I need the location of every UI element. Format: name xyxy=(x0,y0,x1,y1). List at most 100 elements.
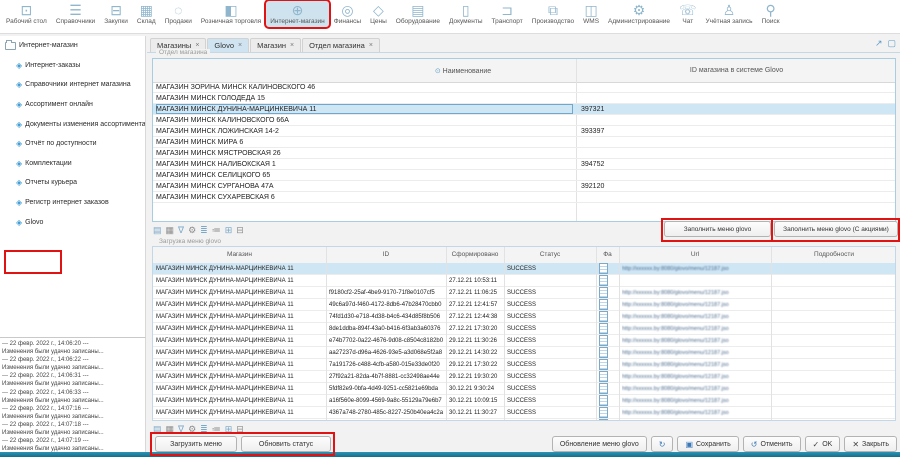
menu-status-cell[interactable]: SUCCESS xyxy=(507,311,594,322)
menu-column-header[interactable]: Статус xyxy=(504,251,596,258)
menu-column-header[interactable]: Фа xyxy=(596,251,619,258)
sidebar-item-отчеты-курьера[interactable]: ◈Отчеты курьера xyxy=(0,173,145,193)
menu-url-link[interactable]: http://xxxxxx.by:8080/glovo/menu/12187.j… xyxy=(622,410,729,416)
shop-glovo-id-cell[interactable] xyxy=(581,137,891,147)
menu-url-cell[interactable]: http://xxxxxx.by:8080/glovo/menu/12187.j… xyxy=(622,263,770,274)
filter-icon[interactable]: ∇ xyxy=(178,225,184,235)
menu-url-cell[interactable] xyxy=(622,275,770,286)
menu-id-cell[interactable]: 8de1ddba-894f-43a0-b416-6f3ab3a60376 xyxy=(329,323,444,334)
shop-name-cell[interactable]: МАГАЗИН МИНСК МЯСТРОВСКАЯ 26 xyxy=(156,148,573,158)
menu-status-cell[interactable]: SUCCESS xyxy=(507,335,594,346)
menu-file-cell[interactable] xyxy=(599,299,617,310)
menu-file-cell[interactable] xyxy=(599,371,617,382)
menu-table-row[interactable]: МАГАЗИН МИНСК ДУНИНА-МАРЦИНКЕВИЧА 1174fd… xyxy=(153,311,895,323)
table-row[interactable]: МАГАЗИН МИНСК ГОЛОДЕДА 15 xyxy=(153,93,895,104)
menu-id-cell[interactable]: e74b7702-0a22-4676-9d08-c8504c8182b0 xyxy=(329,335,444,346)
refresh-button[interactable]: ↻ xyxy=(651,436,674,452)
toolbar-item-retail[interactable]: ◧Розничная торговля xyxy=(197,1,265,27)
table-row[interactable]: МАГАЗИН МИНСК НАЛИБОКСКАЯ 1394752 xyxy=(153,159,895,170)
menu-id-cell[interactable]: 27f92a21-82da-4b7f-8881-cc32498ae44e xyxy=(329,371,444,382)
menu-url-link[interactable]: http://xxxxxx.by:8080/glovo/menu/12187.j… xyxy=(622,374,729,380)
menu-id-cell[interactable] xyxy=(329,275,444,286)
menu-url-link[interactable]: http://xxxxxx.by:8080/glovo/menu/12187.j… xyxy=(622,314,729,320)
menu-id-cell[interactable]: 4367a748-2780-485c-8227-250b40ea4c2a xyxy=(329,407,444,418)
sidebar-item-ассортимент-онлайн[interactable]: ◈Ассортимент онлайн xyxy=(0,95,145,115)
ok-button[interactable]: ✓OK xyxy=(805,436,841,452)
menu-url-cell[interactable]: http://xxxxxx.by:8080/glovo/menu/12187.j… xyxy=(622,359,770,370)
menu-shop-cell[interactable]: МАГАЗИН МИНСК ДУНИНА-МАРЦИНКЕВИЧА 11 xyxy=(156,383,324,394)
toolbar-item-account[interactable]: ♙Учётная запись xyxy=(702,1,757,27)
file-icon[interactable] xyxy=(599,275,608,286)
shop-name-cell[interactable]: МАГАЗИН МИНСК СУРГАНОВА 47А xyxy=(156,181,573,191)
menu-details-cell[interactable] xyxy=(774,359,894,370)
menu-shop-cell[interactable]: МАГАЗИН МИНСК ДУНИНА-МАРЦИНКЕВИЧА 11 xyxy=(156,395,324,406)
menu-details-cell[interactable] xyxy=(774,371,894,382)
menu-url-cell[interactable]: http://xxxxxx.by:8080/glovo/menu/12187.j… xyxy=(622,323,770,334)
toolbar-item-finance[interactable]: ◎Финансы xyxy=(330,1,365,27)
menu-table-row[interactable]: МАГАЗИН МИНСК ДУНИНА-МАРЦИНКЕВИЧА 117a19… xyxy=(153,359,895,371)
toolbar-item-transport[interactable]: ⊐Транспорт xyxy=(488,1,527,27)
menu-url-link[interactable]: http://xxxxxx.by:8080/glovo/menu/12187.j… xyxy=(622,398,729,404)
tab-glovo[interactable]: Glovo× xyxy=(207,38,249,52)
menu-url-cell[interactable]: http://xxxxxx.by:8080/glovo/menu/12187.j… xyxy=(622,371,770,382)
list2-icon[interactable]: ≔ xyxy=(212,225,221,235)
menu-url-cell[interactable]: http://xxxxxx.by:8080/glovo/menu/12187.j… xyxy=(622,335,770,346)
fill-menu-button-promo[interactable]: Заполнить меню glovo (С акциями) xyxy=(774,221,898,237)
undock-icon[interactable]: ↗ xyxy=(875,38,883,49)
toolbar-item-sales[interactable]: ◌Продажи xyxy=(161,1,196,27)
menu-file-cell[interactable] xyxy=(599,395,617,406)
shop-name-cell[interactable]: МАГАЗИН ЗОРИНА МИНСК КАЛИНОВСКОГО 46 xyxy=(156,82,573,92)
menu-formed-cell[interactable]: 29.12.21 11:30:26 xyxy=(449,335,503,346)
shop-name-cell[interactable]: МАГАЗИН МИНСК ДУНИНА-МАРЦИНКЕВИЧА 11 xyxy=(156,104,573,114)
exp2-icon[interactable]: ⊟ xyxy=(236,424,244,434)
menu-table-row[interactable]: МАГАЗИН МИНСК ДУНИНА-МАРЦИНКЕВИЧА 11 a16f… xyxy=(153,395,895,407)
menu-url-link[interactable]: http://xxxxxx.by:8080/glovo/menu/12187.j… xyxy=(622,266,729,272)
menu-id-cell[interactable]: a16f560e-8099-4569-9a8c-55129a79e6b7 xyxy=(329,395,444,406)
menu-details-cell[interactable] xyxy=(774,287,894,298)
file-icon[interactable] xyxy=(599,383,608,394)
menu-shop-cell[interactable]: МАГАЗИН МИНСК ДУНИНА-МАРЦИНКЕВИЧА 11 xyxy=(156,287,324,298)
sidebar-item-отчёт-по-доступности[interactable]: ◈Отчёт по доступности xyxy=(0,134,145,154)
sidebar-item-справочники-интернет-магазина[interactable]: ◈Справочники интернет магазина xyxy=(0,75,145,95)
grid1-icon[interactable]: ▤ xyxy=(153,424,162,434)
sidebar-item-интернет-заказы[interactable]: ◈Интернет-заказы xyxy=(0,56,145,76)
exp1-icon[interactable]: ⊞ xyxy=(225,424,233,434)
menu-status-cell[interactable]: SUCCESS xyxy=(507,263,594,274)
sidebar-item-комплектации[interactable]: ◈Комплектации xyxy=(0,154,145,174)
shop-glovo-id-cell[interactable]: 392120 xyxy=(581,181,891,191)
menu-details-cell[interactable] xyxy=(774,395,894,406)
shop-glovo-id-cell[interactable]: 394752 xyxy=(581,159,891,169)
shop-name-cell[interactable]: МАГАЗИН МИНСК СЕЛИЦКОГО 65 xyxy=(156,170,573,180)
file-icon[interactable] xyxy=(599,419,608,421)
menu-table-row[interactable]: МАГАЗИН МИНСК ДУНИНА-МАРЦИНКЕВИЧА 118de1… xyxy=(153,323,895,335)
menu-table-row[interactable]: МАГАЗИН МИНСК ДУНИНА-МАРЦИНКЕВИЧА 1127f9… xyxy=(153,371,895,383)
menu-url-cell[interactable]: http://xxxxxx.by:8080/glovo/menu/12187.j… xyxy=(622,383,770,394)
menu-status-cell[interactable]: SUCCESS xyxy=(507,395,594,406)
menu-status-cell[interactable]: SUCCESS xyxy=(507,383,594,394)
menu-file-cell[interactable] xyxy=(599,335,617,346)
toolbar-item-internet[interactable]: ⊕Интернет-магазин xyxy=(266,1,329,27)
shop-glovo-id-cell[interactable] xyxy=(581,170,891,180)
menu-column-header[interactable]: ID xyxy=(326,251,446,258)
menu-shop-cell[interactable]: МАГАЗИН МИНСК ДУНИНА-МАРЦИНКЕВИЧА 11 xyxy=(156,335,324,346)
menu-details-cell[interactable] xyxy=(774,419,894,421)
shop-glovo-id-cell[interactable] xyxy=(581,93,891,103)
grid2-icon[interactable]: ▦ xyxy=(166,225,175,235)
menu-shop-cell[interactable]: МАГАЗИН МИНСК ДУНИНА-МАРЦИНКЕВИЧА 11 xyxy=(156,311,324,322)
menu-table-row[interactable]: МАГАЗИН МИНСК ДУНИНА-МАРЦИНКЕВИЧА 11f918… xyxy=(153,287,895,299)
menu-details-cell[interactable] xyxy=(774,311,894,322)
menu-url-link[interactable]: http://xxxxxx.by:8080/glovo/menu/12187.j… xyxy=(622,302,729,308)
menu-url-link[interactable]: http://xxxxxx.by:8080/glovo/menu/12187.j… xyxy=(622,290,729,296)
menu-details-cell[interactable] xyxy=(774,335,894,346)
filter-icon[interactable]: ∇ xyxy=(178,424,184,434)
table-row[interactable]: МАГАЗИН МИНСК ДУНИНА-МАРЦИНКЕВИЧА 113973… xyxy=(153,104,895,115)
gear-icon[interactable]: ⚙ xyxy=(188,424,196,434)
column-header-name[interactable]: ⊙ Наименование xyxy=(343,67,583,75)
save-button[interactable]: ▣Сохранить xyxy=(677,436,738,452)
menu-table-row[interactable]: МАГАЗИН МИНСК ДУНИНА-МАРЦИНКЕВИЧА 1149c6… xyxy=(153,299,895,311)
menu-shop-cell[interactable] xyxy=(156,419,324,421)
menu-details-cell[interactable] xyxy=(774,263,894,274)
shop-glovo-id-cell[interactable]: 393397 xyxy=(581,126,891,136)
menu-file-cell[interactable] xyxy=(599,287,617,298)
menu-status-cell[interactable]: SUCCESS xyxy=(507,407,594,418)
